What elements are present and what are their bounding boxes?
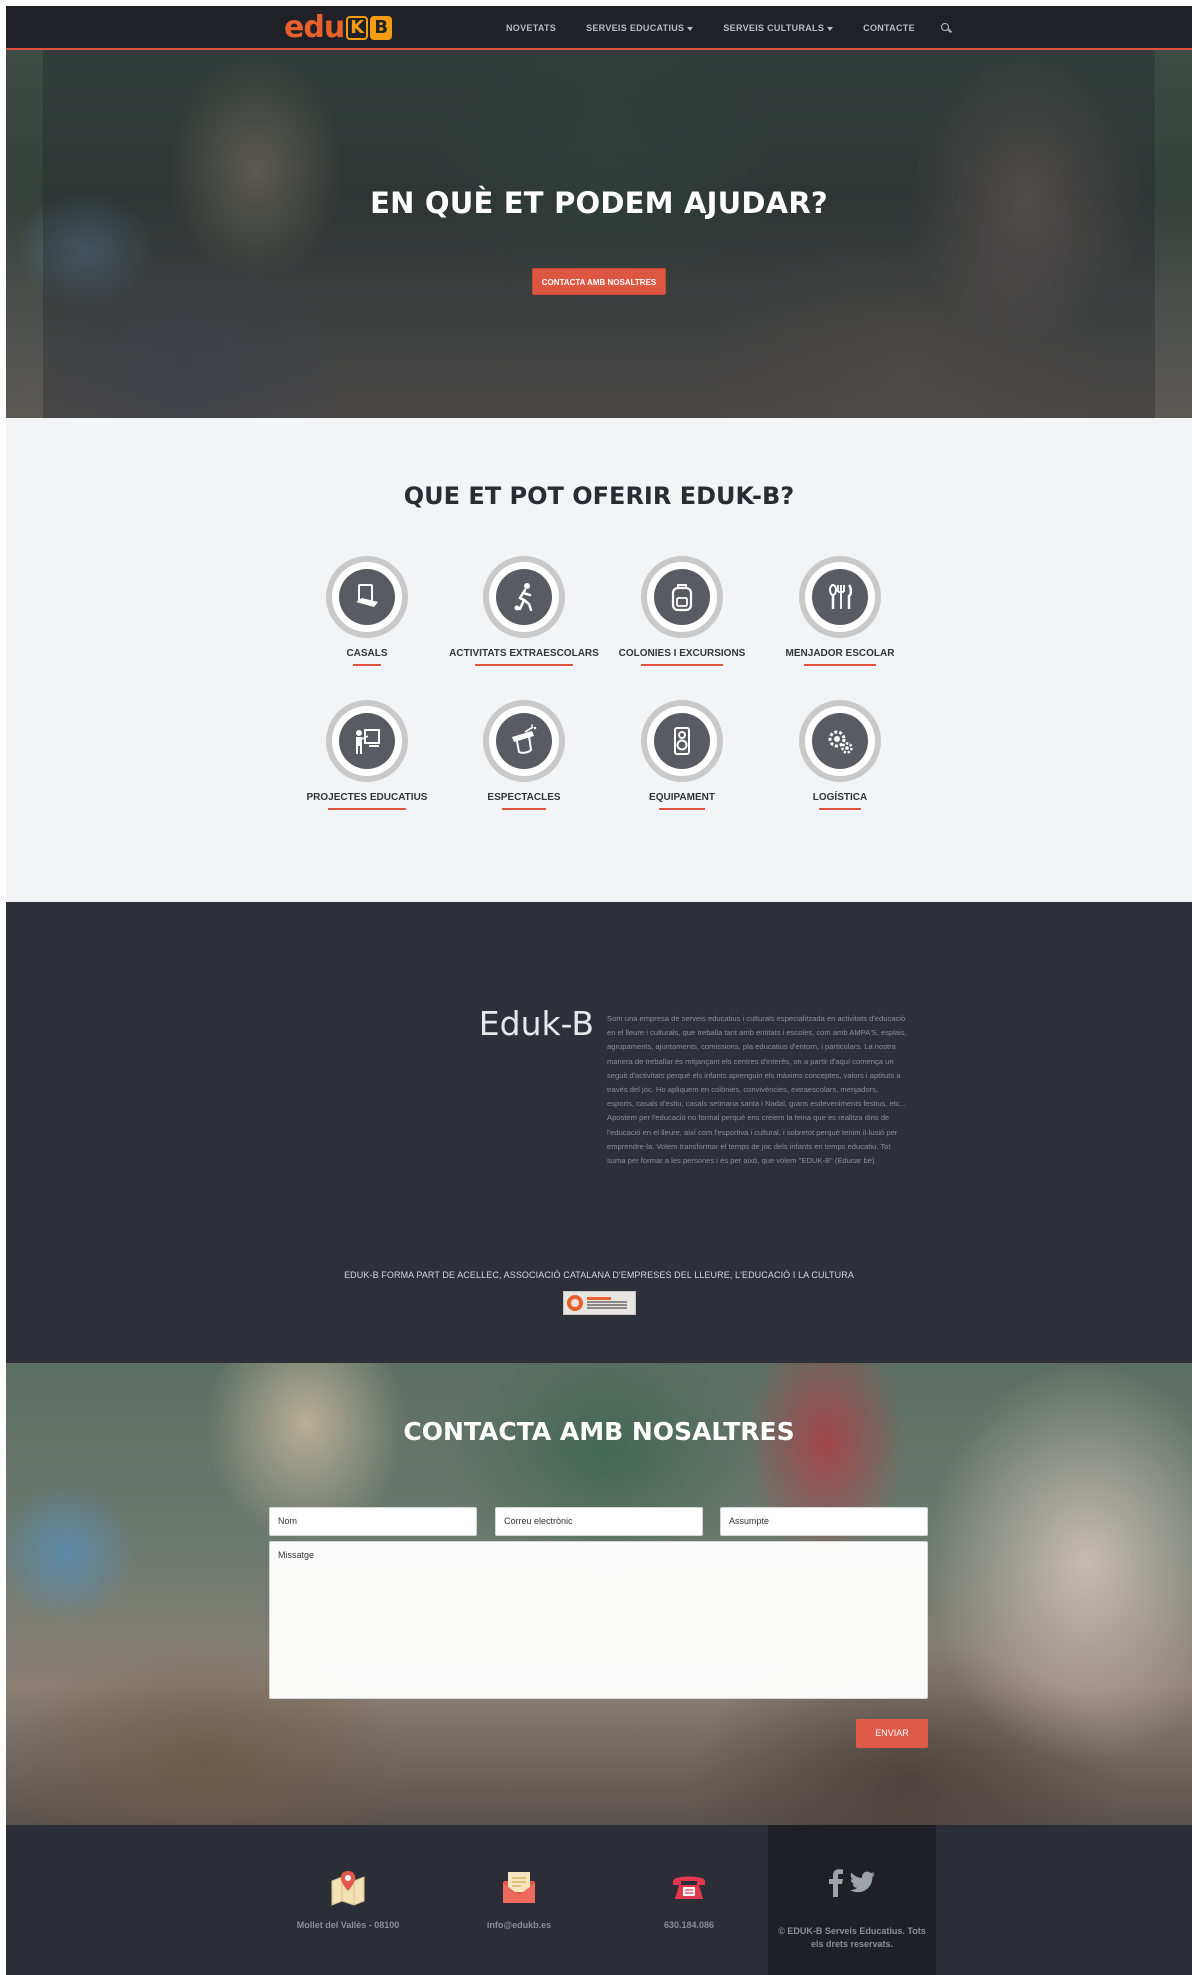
site-logo[interactable]: edu K B	[284, 10, 393, 45]
menu-item-serveis-culturals[interactable]: SERVEIS CULTURALS	[723, 23, 834, 33]
caret-down-icon	[687, 26, 694, 31]
service-label: ACTIVITATS EXTRAESCOLARS	[449, 648, 599, 659]
menu-item-serveis-educatius[interactable]: SERVEIS EDUCATIUS	[586, 23, 694, 33]
footer-phone-text: 630.184.086	[663, 1920, 715, 1930]
service-icon-ring	[326, 556, 408, 638]
logo-k-box: K	[346, 16, 369, 40]
hero-edge-left	[6, 50, 43, 418]
menu-item-label: SERVEIS EDUCATIUS	[586, 23, 685, 33]
acellec-mark-icon	[567, 1295, 583, 1311]
service-icon-ring	[799, 700, 881, 782]
service-icon-ring	[483, 700, 565, 782]
service-label: COLONIES I EXCURSIONS	[618, 648, 746, 659]
send-button[interactable]: ENVIAR	[856, 1719, 928, 1748]
service-underline	[659, 808, 705, 810]
facebook-icon[interactable]	[828, 1869, 844, 1897]
service-label: MENJADOR ESCOLAR	[785, 648, 895, 659]
top-navigation: edu K B NOVETATS SERVEIS EDUCATIUS SERVE…	[6, 6, 1192, 50]
services-title: QUE ET POT OFERIR EDUK-B?	[403, 482, 795, 510]
acellec-logo-text	[587, 1297, 627, 1309]
name-input[interactable]: Nom	[269, 1507, 477, 1536]
laptop-icon	[356, 584, 378, 607]
hero-contact-button[interactable]: CONTACTA AMB NOSALTRES	[532, 268, 666, 295]
service-underline	[353, 664, 381, 666]
service-menjador-escolar[interactable]: MENJADOR ESCOLAR	[750, 556, 930, 666]
service-label: EQUIPAMENT	[649, 792, 715, 803]
service-underline	[804, 664, 876, 666]
service-icon-ring	[641, 556, 723, 638]
service-casals[interactable]: CASALS	[277, 556, 457, 666]
footer-email[interactable]: info@edukb.es	[439, 1867, 599, 1930]
acellec-membership-text: EDUK-B FORMA PART DE ACELLEC, ASSOCIACIÓ…	[344, 1270, 854, 1280]
hero-banner: EN QUÈ ET PODEM AJUDAR? CONTACTA AMB NOS…	[6, 50, 1192, 418]
service-projectes-educatius[interactable]: PROJECTES EDUCATIUS	[277, 700, 457, 810]
service-label: CASALS	[346, 648, 388, 659]
copyright-text: © EDUK-B Serveis Educatius. Tots els dre…	[778, 1926, 926, 1949]
services-section: QUE ET POT OFERIR EDUK-B? CASALS ACTIVIT…	[6, 418, 1192, 902]
footer-phone[interactable]: 630.184.086	[609, 1867, 769, 1930]
message-textarea[interactable]: Missatge	[269, 1541, 928, 1699]
menu-item-contacte[interactable]: CONTACTE	[863, 23, 915, 33]
envelope-icon	[503, 1872, 535, 1903]
search-icon[interactable]	[940, 22, 952, 34]
footer-address: Mollet del Vallès - 08100	[268, 1867, 428, 1930]
menu-item-label: SERVEIS CULTURALS	[723, 23, 825, 33]
service-espectacles[interactable]: ESPECTACLES	[434, 700, 614, 810]
social-links	[768, 1869, 936, 1897]
service-icon-ring	[326, 700, 408, 782]
magic-hat-icon	[512, 724, 537, 754]
gears-icon	[828, 730, 853, 754]
service-underline	[328, 808, 406, 810]
service-icon-ring	[641, 700, 723, 782]
main-menu: NOVETATS SERVEIS EDUCATIUS SERVEIS CULTU…	[506, 6, 952, 50]
twitter-icon[interactable]	[848, 1871, 876, 1895]
service-icon-ring	[483, 556, 565, 638]
service-underline	[502, 808, 546, 810]
hero-edge-right	[1155, 50, 1192, 418]
service-label: PROJECTES EDUCATIUS	[306, 792, 428, 803]
service-label: ESPECTACLES	[487, 792, 561, 803]
page: edu K B NOVETATS SERVEIS EDUCATIUS SERVE…	[0, 0, 1192, 1975]
service-underline	[641, 664, 723, 666]
service-icon-ring	[799, 556, 881, 638]
hero-overlay	[43, 50, 1155, 418]
footer: Mollet del Vallès - 08100 info@edukb.es …	[6, 1825, 1192, 1975]
menu-item-novetats[interactable]: NOVETATS	[506, 23, 556, 33]
logo-b-box: B	[370, 16, 393, 40]
about-text: Som una empresa de serveis educatius i c…	[607, 1014, 907, 1166]
service-activitats-extraescolars[interactable]: ACTIVITATS EXTRAESCOLARS	[434, 556, 614, 666]
logo-text: edu	[284, 10, 345, 45]
service-underline	[475, 664, 573, 666]
speaker-icon	[674, 727, 690, 755]
site-wrapper: edu K B NOVETATS SERVEIS EDUCATIUS SERVE…	[6, 6, 1192, 1975]
contact-title: CONTACTA AMB NOSALTRES	[403, 1417, 795, 1446]
subject-input[interactable]: Assumpte	[720, 1507, 928, 1536]
footer-address-text: Mollet del Vallès - 08100	[296, 1920, 400, 1930]
soccer-player-icon	[514, 583, 533, 612]
map-pin-icon	[331, 1871, 365, 1906]
about-section: Eduk-B Som una empresa de serveis educat…	[6, 902, 1192, 1363]
backpack-icon	[671, 584, 693, 612]
service-logistica[interactable]: LOGÍSTICA	[750, 700, 930, 810]
about-title: Eduk-B	[478, 1004, 594, 1043]
footer-social-box: © EDUK-B Serveis Educatius. Tots els dre…	[768, 1825, 936, 1975]
service-label: LOGÍSTICA	[812, 792, 868, 803]
cutlery-icon	[829, 584, 853, 609]
contact-section: CONTACTA AMB NOSALTRES Nom Correu electr…	[6, 1363, 1192, 1825]
service-equipament[interactable]: EQUIPAMENT	[592, 700, 772, 810]
teacher-board-icon	[356, 729, 380, 754]
footer-email-text: info@edukb.es	[486, 1920, 552, 1930]
telephone-icon	[673, 1876, 705, 1899]
hero-title: EN QUÈ ET PODEM AJUDAR?	[370, 186, 828, 220]
service-colonies-excursions[interactable]: COLONIES I EXCURSIONS	[592, 556, 772, 666]
service-underline	[819, 808, 861, 810]
caret-down-icon	[827, 26, 834, 31]
acellec-logo[interactable]	[563, 1291, 636, 1315]
email-input[interactable]: Correu electrònic	[495, 1507, 703, 1536]
